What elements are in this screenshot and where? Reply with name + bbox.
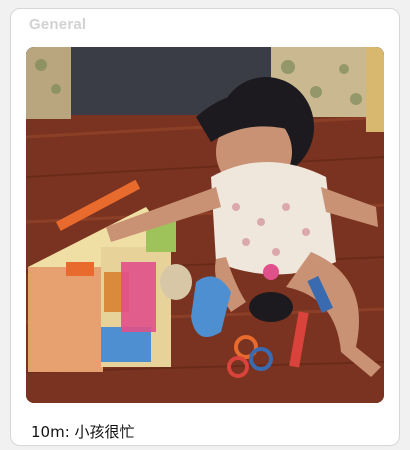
wicker-chair [366, 47, 384, 132]
photo[interactable] [26, 47, 384, 403]
page-background: General 10m: 小孩很忙 [0, 0, 410, 450]
sofa-arm-left [26, 47, 71, 119]
photo-illustration [26, 47, 384, 403]
photo-caption: 10m: 小孩很忙 [31, 423, 135, 441]
photo-card: General 10m: 小孩很忙 [10, 8, 400, 446]
section-title: General [29, 16, 87, 33]
